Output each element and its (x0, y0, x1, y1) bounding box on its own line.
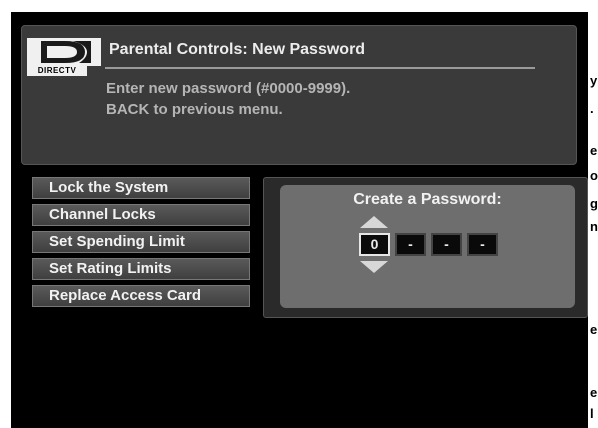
title-divider (105, 67, 535, 69)
menu-item-replace-access-card[interactable]: Replace Access Card (32, 285, 250, 307)
password-digit-2[interactable]: - (395, 233, 426, 256)
instruction-line-1: Enter new password (#0000-9999). (106, 80, 351, 97)
directv-logo: DIRECTV (27, 38, 101, 76)
edge-text: . (590, 101, 594, 116)
directv-logo-mark-icon (27, 38, 101, 66)
menu-item-spending-limit[interactable]: Set Spending Limit (32, 231, 250, 253)
menu-item-lock-system[interactable]: Lock the System (32, 177, 250, 199)
edge-text: n (590, 219, 598, 234)
edge-text: l (590, 406, 594, 421)
arrow-down-icon[interactable] (359, 260, 389, 274)
password-label: Create a Password: (353, 191, 502, 208)
instruction-line-2: BACK to previous menu. (106, 101, 283, 118)
edge-text: y (590, 73, 598, 88)
edge-text: g (590, 196, 598, 211)
password-digit-1[interactable]: 0 (359, 233, 390, 256)
edge-text: o (590, 168, 598, 183)
page-title: Parental Controls: New Password (109, 41, 366, 58)
menu-item-rating-limits[interactable]: Set Rating Limits (32, 258, 250, 280)
password-digit-4[interactable]: - (467, 233, 498, 256)
password-digit-3[interactable]: - (431, 233, 462, 256)
arrow-up-icon[interactable] (359, 215, 389, 229)
brand-name: DIRECTV (27, 66, 87, 76)
edge-text: e (590, 322, 598, 337)
edge-text: e (590, 385, 598, 400)
menu-item-channel-locks[interactable]: Channel Locks (32, 204, 250, 226)
edge-text: e (590, 143, 598, 158)
